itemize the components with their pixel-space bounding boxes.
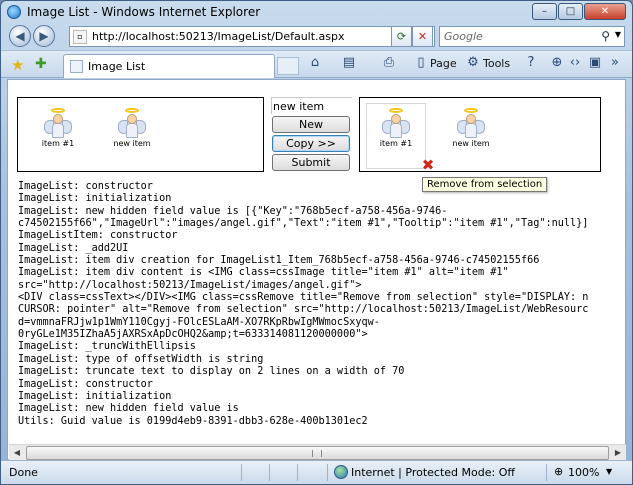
log-line: ImageList: initialization xyxy=(18,390,172,402)
log-line: c74502155f66","ImageUrl":"images/angel.g… xyxy=(18,218,589,230)
address-bar[interactable]: ▫ http://localhost:50213/ImageList/Defau… xyxy=(69,26,435,47)
remove-icon[interactable]: ✖ xyxy=(421,158,435,173)
window-title: Image List - Windows Internet Explorer xyxy=(27,5,261,19)
log-line: ImageList: new hidden field value is xyxy=(18,403,239,415)
log-line: ImageList: initialization xyxy=(18,193,172,205)
help-icon[interactable]: ? xyxy=(523,55,539,71)
navigation-row: ◀ ▶ ▫ http://localhost:50213/ImageList/D… xyxy=(1,23,632,50)
available-item[interactable]: item #1 xyxy=(28,108,88,148)
zoom-icon[interactable]: ⊕ xyxy=(554,465,563,478)
item-label: new item xyxy=(113,139,151,148)
angel-icon xyxy=(382,108,410,138)
close-button[interactable]: ✕ xyxy=(584,3,626,20)
log-line: 0ryGLe1M35IZhaA5jAXRSxApDcOHQ2&amp;t=633… xyxy=(18,329,368,341)
toolbar-icon[interactable]: ▣ xyxy=(587,55,603,71)
title-bar: Image List - Windows Internet Explorer –… xyxy=(1,1,632,23)
page-icon: ▯ xyxy=(417,55,425,70)
angel-icon xyxy=(118,108,146,138)
available-item[interactable]: new item xyxy=(102,108,162,148)
remove-tooltip: Remove from selection xyxy=(422,177,548,192)
print-icon[interactable]: ⎙ xyxy=(381,55,397,71)
log-line: ImageList: type of offsetWidth is string xyxy=(18,353,264,365)
stop-icon[interactable]: ✕ xyxy=(412,26,433,47)
refresh-icon[interactable]: ⟳ xyxy=(391,26,412,47)
log-line: ImageList: _truncWithEllipsis xyxy=(18,341,196,353)
available-items-panel: item #1 new item xyxy=(17,97,264,172)
angel-icon xyxy=(44,108,72,138)
chevron-down-icon[interactable]: ▼ xyxy=(615,30,621,39)
gear-icon: ⚙ xyxy=(467,55,479,70)
tab-label: Image List xyxy=(88,60,146,73)
controls-column: New Copy >> Submit xyxy=(271,97,352,171)
new-button[interactable]: New xyxy=(272,116,350,133)
code-icon[interactable]: ‹› xyxy=(567,55,583,71)
selected-items-panel: item #1 ✖ new item xyxy=(359,97,601,173)
search-icon[interactable]: ⚲ xyxy=(601,29,610,43)
tools-menu[interactable]: Tools xyxy=(483,57,510,70)
log-line: src="http://localhost:50213/ImageList/im… xyxy=(18,279,362,291)
new-tab-button[interactable] xyxy=(277,57,299,75)
copy-button[interactable]: Copy >> xyxy=(272,135,350,152)
log-line: ImageList: item div content is <IMG clas… xyxy=(18,267,509,279)
status-separator xyxy=(327,464,328,481)
tab-row: ★ ✚ Image List ⌂ ▤ ⎙ ▯ Page ⚙ Tools ? ⊕ … xyxy=(1,50,632,78)
item-label: item #1 xyxy=(41,139,75,148)
log-line: CURSOR: pointer" alt="Remove from select… xyxy=(18,304,589,316)
status-separator xyxy=(241,464,242,481)
security-zone[interactable]: Internet | Protected Mode: Off xyxy=(351,466,515,479)
forward-button[interactable]: ▶ xyxy=(33,25,55,47)
zoom-level[interactable]: 100% xyxy=(568,466,599,479)
feeds-icon[interactable]: ▤ xyxy=(341,55,357,71)
ie-logo-icon xyxy=(7,5,21,19)
log-line: <DIV class=cssText></DIV><IMG class=cssR… xyxy=(18,292,589,304)
status-separator xyxy=(546,464,547,481)
log-line: ImageList: truncate text to display on 2… xyxy=(18,366,405,378)
maximize-button[interactable]: □ xyxy=(558,3,583,20)
address-buttons: ⟳ ✕ xyxy=(391,26,433,47)
window-controls: – □ ✕ xyxy=(531,3,626,20)
extension-icon[interactable]: » xyxy=(607,55,623,71)
status-separator xyxy=(269,464,270,481)
add-favorite-icon[interactable]: ✚ xyxy=(35,56,47,72)
home-icon[interactable]: ⌂ xyxy=(307,55,323,71)
search-placeholder: Google xyxy=(444,30,483,43)
debug-log: ImageList: constructor ImageList: initial… xyxy=(18,181,624,437)
address-url: http://localhost:50213/ImageList/Default… xyxy=(92,30,345,43)
item-label: item #1 xyxy=(379,139,413,148)
browser-window: Image List - Windows Internet Explorer –… xyxy=(0,0,633,485)
log-line: ImageList: new hidden field value is [{"… xyxy=(18,205,448,217)
page-menu[interactable]: Page xyxy=(430,57,457,70)
chevron-down-icon[interactable]: ▼ xyxy=(606,467,612,476)
log-line: d=vmmnaFRJjw1p1WmY110Cgyj-FOlcESLaAM-XO7… xyxy=(18,316,380,328)
log-line: ImageListItem: constructor xyxy=(18,230,178,242)
page-content: item #1 new item New Copy >> Submit item… xyxy=(7,79,626,460)
log-line: ImageList: constructor xyxy=(18,378,153,390)
item-label: new item xyxy=(452,139,490,148)
tab-image-list[interactable]: Image List xyxy=(63,54,275,78)
tab-page-icon xyxy=(70,60,83,73)
scroll-right-icon[interactable]: ▶ xyxy=(610,445,626,461)
selected-item[interactable]: new item xyxy=(441,108,501,148)
log-line: ImageList: item div creation for ImageLi… xyxy=(18,255,540,267)
submit-button[interactable]: Submit xyxy=(272,154,350,171)
new-item-input[interactable] xyxy=(271,97,352,114)
status-separator xyxy=(297,464,298,481)
angel-icon xyxy=(457,108,485,138)
research-icon[interactable]: ⊕ xyxy=(549,55,565,71)
search-box[interactable]: Google ⚲ ▼ xyxy=(439,26,625,47)
log-line: ImageList: _add2UI xyxy=(18,242,129,254)
scroll-thumb[interactable] xyxy=(26,446,609,460)
selected-item[interactable]: item #1 ✖ xyxy=(366,103,434,173)
scroll-left-icon[interactable]: ◀ xyxy=(9,445,25,461)
back-button[interactable]: ◀ xyxy=(9,25,31,47)
globe-icon xyxy=(334,465,348,479)
page-favicon-icon: ▫ xyxy=(73,30,87,44)
horizontal-scrollbar[interactable]: ◀ ▶ xyxy=(9,444,626,460)
status-text: Done xyxy=(9,466,38,479)
status-bar: Done Internet | Protected Mode: Off ⊕ 10… xyxy=(1,460,632,484)
favorites-star-icon[interactable]: ★ xyxy=(11,56,24,74)
log-line: Utils: Guid value is 0199d4eb9-8391-dbb3… xyxy=(18,415,368,427)
minimize-button[interactable]: – xyxy=(532,3,557,20)
